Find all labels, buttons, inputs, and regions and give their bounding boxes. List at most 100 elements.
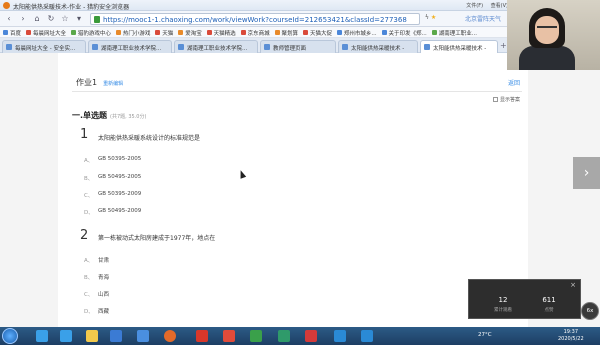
homework-title: 作业1 重新编辑 xyxy=(76,77,123,88)
app-icon[interactable] xyxy=(278,330,290,342)
likes-count: 611 xyxy=(542,296,556,304)
divider xyxy=(72,91,522,92)
question-number: 2 xyxy=(80,228,89,243)
home-icon[interactable]: ⌂ xyxy=(32,14,42,24)
tab-3[interactable]: 湖南理工职业技术学院... xyxy=(174,40,258,53)
option-letter: C、 xyxy=(84,292,94,298)
option-text: GB 50495-2009 xyxy=(98,208,142,214)
app-icon[interactable] xyxy=(137,330,149,342)
browser-icon[interactable] xyxy=(164,330,176,342)
close-icon[interactable]: × xyxy=(570,281,576,289)
option-letter: C、 xyxy=(84,193,94,199)
next-page-arrow-icon[interactable]: › xyxy=(573,157,600,189)
answer-option[interactable]: B、 青海 xyxy=(84,272,284,282)
start-button[interactable] xyxy=(2,328,18,344)
word-icon[interactable] xyxy=(110,330,122,342)
show-answer-label: 显示答案 xyxy=(499,97,520,103)
tab-6-active[interactable]: 太阳能供热采暖技术 - xyxy=(420,40,498,53)
pdf-icon[interactable] xyxy=(223,330,235,342)
ie-icon[interactable] xyxy=(60,330,72,342)
clock-date: 2020/5/22 xyxy=(558,336,584,342)
option-text: GB 50395-2005 xyxy=(98,156,142,162)
webcam-person-face xyxy=(535,16,559,44)
system-clock[interactable]: 19:37 2020/5/22 xyxy=(558,329,584,343)
viewers-label: 累计观看 xyxy=(494,308,512,313)
option-letter: B、 xyxy=(84,176,94,182)
answer-option[interactable]: A、 甘肃 xyxy=(84,255,284,265)
flash-icon[interactable] xyxy=(196,330,208,342)
bookmark-item[interactable]: 天猫大促 xyxy=(302,29,332,37)
bookmark-item[interactable]: 聚划算 xyxy=(274,29,298,37)
option-text: 西藏 xyxy=(98,309,110,315)
tab-1[interactable]: 每晨网址大全 - 安全实... xyxy=(2,40,86,53)
dropdown-icon[interactable]: ▾ xyxy=(74,14,84,24)
clock-time: 19:37 xyxy=(563,329,579,335)
answer-option[interactable]: C、 GB 50395-2009 xyxy=(84,190,284,200)
lightning-icon[interactable]: ϟ xyxy=(425,14,429,21)
option-text: 甘肃 xyxy=(98,258,110,264)
speed-badge[interactable]: 6x xyxy=(581,302,599,320)
bookmark-item[interactable]: 郑州市城乡... xyxy=(336,29,377,37)
section-title: 一.单选题 (共7题, 35.0分) xyxy=(72,110,146,121)
bookmark-item[interactable]: 天猫 xyxy=(155,29,173,37)
app-icon[interactable] xyxy=(334,330,346,342)
question-text: 太阳能供热采暖系统设计的标准规范是 xyxy=(98,135,201,142)
section-meta: (共7题, 35.0分) xyxy=(110,114,147,120)
url-input[interactable]: https://mooc1-1.chaoxing.com/work/viewWo… xyxy=(90,13,420,25)
refresh-icon[interactable]: ↻ xyxy=(46,14,56,24)
homework-content: 作业1 重新编辑 返回 显示答案 一.单选题 (共7题, 35.0分) 1 太阳能供… xyxy=(58,53,528,327)
forward-arrow-icon[interactable]: › xyxy=(18,14,28,24)
address-actions: ϟ ★ xyxy=(425,14,436,21)
show-answer-toggle[interactable]: 显示答案 xyxy=(492,96,520,103)
webcam-person-glasses xyxy=(537,26,557,30)
option-letter: D、 xyxy=(84,210,94,216)
bookmark-item[interactable]: 关于印发《郑... xyxy=(381,29,427,37)
answer-option[interactable]: B、 GB 50495-2005 xyxy=(84,173,284,183)
webcam-overlay xyxy=(507,0,600,70)
app-icon[interactable] xyxy=(250,330,262,342)
answer-option[interactable]: C、 山西 xyxy=(84,289,284,299)
window-title: 太阳能供热采暖技术-作业 - 猎豹安全浏览器 xyxy=(13,4,130,11)
bookmark-item[interactable]: 天猫精选 xyxy=(206,29,236,37)
bookmark-item[interactable]: 湖南理工职业... xyxy=(431,29,477,37)
folder-icon[interactable] xyxy=(86,330,98,342)
option-text: 青海 xyxy=(98,275,110,281)
menu-view[interactable]: 查看(V) xyxy=(491,3,508,9)
bookmark-item[interactable]: 京东商城 xyxy=(240,29,270,37)
menu-file[interactable]: 文件(F) xyxy=(466,3,483,9)
weather-widget[interactable]: 北京雷阵天气 xyxy=(465,14,501,23)
bookmark-item[interactable]: 热门小游戏 xyxy=(115,29,150,37)
question-text: 第一栋被动式太阳房建成于1977年，地点在 xyxy=(98,235,216,242)
answer-option[interactable]: D、 西藏 xyxy=(84,306,284,316)
bookmark-star-icon[interactable]: ☆ xyxy=(60,14,70,24)
option-text: GB 50495-2005 xyxy=(98,174,142,180)
ppt-icon[interactable] xyxy=(305,330,317,342)
checkbox-icon[interactable] xyxy=(492,97,498,102)
tab-4[interactable]: 教师管理页面 xyxy=(260,40,336,53)
viewers-count: 12 xyxy=(498,296,508,304)
answer-option[interactable]: D、 GB 50495-2009 xyxy=(84,207,284,217)
bookmark-item[interactable]: 百度 xyxy=(3,29,21,37)
homework-title-text: 作业1 xyxy=(76,78,98,87)
tab-2[interactable]: 湖南理工职业技术学院... xyxy=(88,40,172,53)
ie-icon[interactable] xyxy=(36,330,48,342)
likes-label: 点赞 xyxy=(544,308,554,313)
favorite-star-icon[interactable]: ★ xyxy=(431,14,436,21)
option-text: GB 50395-2009 xyxy=(98,191,142,197)
live-stats-popup: × 12 累计观看 611 点赞 xyxy=(468,279,581,319)
back-link[interactable]: 返回 xyxy=(508,78,520,87)
bookmark-item[interactable]: 每晨网址大全 xyxy=(25,29,66,37)
tab-5[interactable]: 太阳能供热采暖技术 - xyxy=(338,40,418,53)
bookmark-item[interactable]: 爱淘宝 xyxy=(178,29,202,37)
new-tab-icon[interactable]: + xyxy=(500,41,507,50)
tray-weather[interactable]: 27°C xyxy=(478,332,492,338)
question-number: 1 xyxy=(80,127,89,142)
app-icon[interactable] xyxy=(361,330,373,342)
option-letter: A、 xyxy=(84,158,94,164)
answer-option[interactable]: A、 GB 50395-2005 xyxy=(84,155,284,165)
homework-subtitle[interactable]: 重新编辑 xyxy=(103,81,123,87)
back-arrow-icon[interactable]: ‹ xyxy=(4,14,14,24)
section-title-text: 一.单选题 xyxy=(72,111,108,120)
window-menus: 文件(F) 查看(V) xyxy=(460,2,508,9)
bookmark-item[interactable]: 猎豹游戏中心 xyxy=(70,29,111,37)
